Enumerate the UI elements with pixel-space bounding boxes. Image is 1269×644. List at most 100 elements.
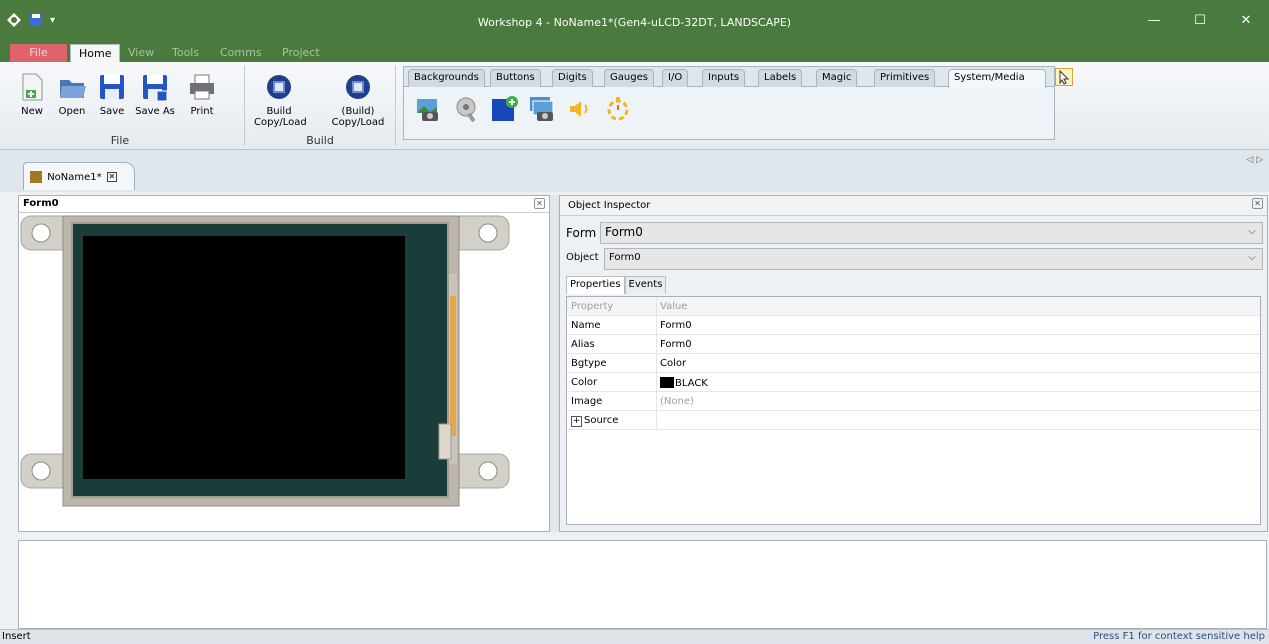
save-as-button[interactable]: Save As — [130, 66, 180, 117]
tab-home[interactable]: Home — [70, 44, 121, 62]
property-row-image[interactable]: Image (None) — [567, 392, 1260, 411]
palette-tab-io[interactable]: I/O — [662, 69, 689, 87]
timer-icon[interactable] — [604, 95, 632, 123]
file-group-label: File — [110, 134, 130, 147]
build-group-label: Build — [306, 134, 334, 147]
open-label: Open — [58, 106, 86, 117]
object-selector-label: Object — [566, 252, 599, 263]
group-separator-2 — [395, 66, 396, 146]
save-button[interactable]: Save — [92, 66, 132, 117]
group-separator — [244, 66, 245, 146]
palette-tab-inputs[interactable]: Inputs — [702, 69, 746, 87]
image-icon[interactable] — [414, 95, 442, 123]
color-value-text: BLACK — [675, 378, 708, 389]
form-dropdown[interactable]: Form0 ⌵ — [600, 222, 1263, 244]
close-panel-icon[interactable]: ✕ — [534, 198, 545, 209]
close-button[interactable]: ✕ — [1223, 12, 1269, 30]
tab-events[interactable]: Events — [624, 276, 667, 294]
property-name: Alias — [571, 339, 595, 350]
palette-tab-gauges[interactable]: Gauges — [604, 69, 654, 87]
document-tab-label: NoName1* — [47, 172, 102, 183]
new-icon — [18, 72, 46, 102]
build2-label-line2: Copy/Load — [331, 117, 385, 128]
display-module-preview — [19, 214, 549, 514]
property-grid: Property Value Name Form0 Alias Form0 Bg… — [566, 296, 1261, 525]
print-button[interactable]: Print — [182, 66, 222, 117]
close-tab-icon[interactable]: ✕ — [106, 172, 117, 182]
tab-tools[interactable]: Tools — [164, 44, 207, 62]
minimize-button[interactable]: — — [1131, 12, 1177, 30]
object-inspector-panel: Object Inspector ✕ Form Form0 ⌵ Object F… — [559, 195, 1268, 532]
property-value[interactable]: Color — [660, 358, 686, 369]
new-button[interactable]: New — [12, 66, 52, 117]
property-name: Name — [571, 320, 601, 331]
form-selector: Form Form0 ⌵ — [564, 222, 1263, 244]
palette-tab-primitives[interactable]: Primitives — [874, 69, 936, 87]
property-value[interactable]: Form0 — [660, 339, 692, 350]
printer-icon — [188, 72, 216, 102]
column-header-value: Value — [660, 301, 688, 312]
expand-plus-icon[interactable]: + — [571, 416, 582, 427]
print-label: Print — [190, 106, 214, 117]
maximize-button[interactable]: ☐ — [1177, 12, 1223, 30]
images-icon[interactable] — [528, 95, 556, 123]
tab-project[interactable]: Project — [274, 44, 328, 62]
property-name: Bgtype — [571, 358, 607, 369]
save-as-icon — [141, 72, 169, 102]
build-label-line1: Build — [266, 106, 292, 117]
form-selector-label: Form — [566, 226, 597, 240]
property-row-name[interactable]: Name Form0 — [567, 316, 1260, 335]
output-panel — [18, 540, 1267, 629]
property-row-alias[interactable]: Alias Form0 — [567, 335, 1260, 354]
form-designer-panel: Form0 ✕ — [18, 195, 550, 532]
sound-icon[interactable] — [566, 95, 594, 123]
palette-tab-labels[interactable]: Labels — [758, 69, 803, 87]
tab-view[interactable]: View — [120, 44, 162, 62]
document-tab-strip: NoName1* ✕ ◁ ▷ — [0, 150, 1269, 192]
palette-tab-digits[interactable]: Digits — [552, 69, 593, 87]
title-bar: ▾ Workshop 4 - NoName1*(Gen4-uLCD-32DT, … — [0, 0, 1269, 40]
palette-tab-system-media[interactable]: System/Media — [948, 69, 1046, 88]
save-label: Save — [99, 106, 125, 117]
color-value[interactable]: BLACK — [660, 377, 708, 389]
open-button[interactable]: Open — [52, 66, 92, 117]
form-panel-title: Form0 — [19, 196, 549, 213]
floppy-disk-icon — [98, 72, 126, 102]
chevron-down-icon: ⌵ — [1248, 252, 1256, 263]
build-only-globe-icon — [344, 72, 372, 102]
palette-tab-buttons[interactable]: Buttons — [490, 69, 541, 87]
pointer-tool-icon[interactable] — [1055, 68, 1073, 86]
tab-properties[interactable]: Properties — [566, 276, 625, 294]
source-property: + Source — [571, 415, 618, 427]
open-folder-icon — [58, 72, 86, 102]
palette-tab-backgrounds[interactable]: Backgrounds — [408, 69, 485, 87]
tab-scroll-arrows-icon[interactable]: ◁ ▷ — [1246, 155, 1263, 165]
build2-label-line1: (Build) — [341, 106, 375, 117]
property-row-source[interactable]: + Source — [567, 411, 1260, 430]
property-value[interactable]: Form0 — [660, 320, 692, 331]
video-icon[interactable] — [452, 95, 480, 123]
form-file-icon — [30, 171, 42, 183]
form-dropdown-value: Form0 — [605, 225, 643, 239]
build-only-copy-load-button[interactable]: (Build) Copy/Load — [330, 66, 386, 128]
user-image-icon[interactable] — [490, 95, 518, 123]
tab-file[interactable]: File — [10, 44, 67, 62]
object-selector: Object Form0 ⌵ — [564, 248, 1263, 270]
column-header-property: Property — [571, 301, 614, 312]
palette-tab-magic[interactable]: Magic — [816, 69, 858, 87]
build-copy-load-button[interactable]: Build Copy/Load — [254, 66, 307, 128]
document-tab[interactable]: NoName1* ✕ — [23, 162, 135, 190]
tab-comms[interactable]: Comms — [212, 44, 270, 62]
property-value[interactable]: (None) — [660, 396, 694, 407]
inspector-tabs: Properties Events — [566, 276, 667, 294]
property-row-bgtype[interactable]: Bgtype Color — [567, 354, 1260, 373]
color-swatch — [660, 377, 674, 388]
close-inspector-icon[interactable]: ✕ — [1252, 198, 1263, 209]
ribbon-tab-row: File Home View Tools Comms Project — [0, 40, 1269, 62]
object-dropdown[interactable]: Form0 ⌵ — [604, 248, 1263, 270]
window-title: Workshop 4 - NoName1*(Gen4-uLCD-32DT, LA… — [477, 16, 792, 29]
status-bar: Insert Press F1 for context sensitive he… — [0, 629, 1269, 644]
status-help-hint: Press F1 for context sensitive help — [1093, 631, 1265, 642]
panel-splitter[interactable] — [550, 195, 559, 532]
property-row-color[interactable]: Color BLACK — [567, 373, 1260, 392]
